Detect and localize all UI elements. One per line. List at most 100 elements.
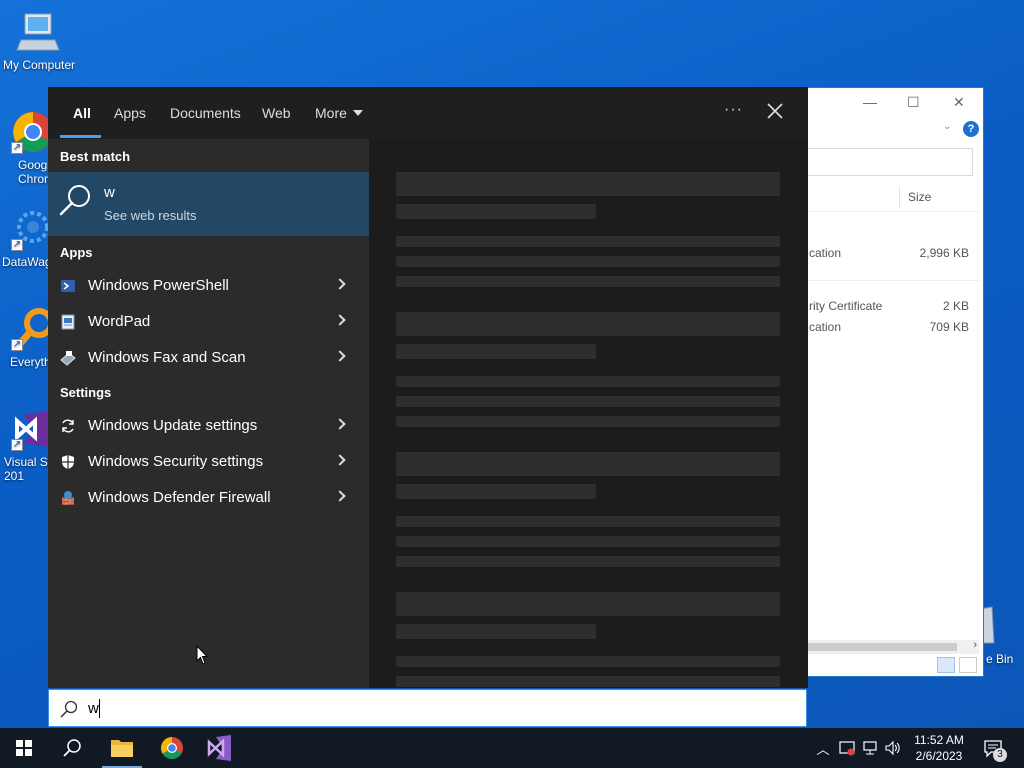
details-view-icon[interactable] [937,657,955,673]
taskbar-search-button[interactable] [48,728,96,768]
result-label: Windows Fax and Scan [88,349,246,366]
file-size: 2,996 KB [919,246,969,260]
action-center-button[interactable]: 3 [982,736,1007,762]
result-windows-fax-and-scan[interactable]: Windows Fax and Scan [48,341,369,375]
tab-web[interactable]: Web [262,105,291,121]
chrome-icon [161,737,183,759]
shortcut-arrow-icon: ↗ [11,339,23,351]
section-header-settings: Settings [60,385,112,400]
volume-icon[interactable] [884,739,902,757]
result-label: Windows Security settings [88,453,264,470]
skeleton-line [396,516,780,527]
skeleton-line [396,276,780,287]
column-header-row: Size [807,184,979,212]
network-icon[interactable] [862,739,880,757]
taskbar: ︿ 11:52 AM 2/6/2023 3 [0,728,1024,768]
tab-all[interactable]: All [73,105,91,121]
tab-apps[interactable]: Apps [114,105,146,121]
search-query-text: w [88,700,99,717]
file-explorer-window[interactable]: — ☐ ✕ ⌄ ? Size cation 2,996 KB rity Cert… [800,87,984,677]
chevron-right-icon[interactable] [334,418,346,430]
help-icon[interactable]: ? [963,121,979,137]
scrollbar-thumb[interactable] [807,643,957,651]
file-explorer-icon [111,740,133,757]
skeleton-line [396,536,780,547]
clock-date: 2/6/2023 [915,749,963,763]
status-bar [801,654,983,676]
ribbon-expand-icon[interactable]: ⌄ [943,121,951,132]
explorer-titlebar[interactable]: — ☐ ✕ [801,88,983,118]
chevron-right-icon[interactable] [334,454,346,466]
maximize-button[interactable]: ☐ [907,94,920,111]
skeleton-line [396,376,780,387]
file-row[interactable]: cation 2,996 KB [809,246,969,264]
best-match-item[interactable]: w See web results [48,172,369,236]
address-bar[interactable] [807,148,973,176]
result-windows-update-settings[interactable]: Windows Update settings [48,409,369,443]
scroll-right-icon[interactable]: › [973,639,977,651]
chevron-right-icon[interactable] [334,350,346,362]
result-windows-security-settings[interactable]: Windows Security settings [48,445,369,479]
skeleton-line [396,236,780,247]
wordpad-icon [60,314,76,330]
skeleton-subtitle [396,624,596,639]
desktop-icon-label: My Computer [2,58,76,72]
tab-more[interactable]: More [315,105,363,121]
clock-time: 11:52 AM [914,733,964,747]
file-row[interactable]: cation 709 KB [809,320,969,338]
show-hidden-icons-icon[interactable]: ︿ [814,739,832,757]
shortcut-arrow-icon: ↗ [11,239,23,251]
column-header-size[interactable]: Size [908,190,931,204]
large-icons-view-icon[interactable] [959,657,977,673]
best-match-subtitle: See web results [104,208,197,223]
desktop-icon-my-computer[interactable]: My Computer [0,8,78,72]
start-button[interactable] [0,728,48,768]
clock[interactable]: 11:52 AM 2/6/2023 [905,732,973,764]
notification-count-badge: 3 [993,748,1007,762]
file-type: cation [809,320,842,334]
column-separator[interactable] [899,186,900,208]
best-match-title: w [104,184,115,201]
result-windows-powershell[interactable]: Windows PowerShell [48,269,369,303]
search-input[interactable]: w [48,689,807,727]
file-size: 2 KB [942,299,969,313]
skeleton-title [396,172,780,196]
fax-scan-icon [60,350,76,366]
search-icon [59,699,79,719]
chevron-right-icon[interactable] [334,314,346,326]
security-alert-icon[interactable] [838,739,856,757]
recycle-bin-label: e Bin [986,652,1014,666]
results-list: Best match w See web results Apps Window… [48,139,369,688]
search-tab-bar: All Apps Documents Web More ··· [48,87,808,139]
result-windows-defender-firewall[interactable]: Windows Defender Firewall [48,481,369,515]
result-label: WordPad [88,313,151,330]
skeleton-title [396,592,780,616]
chevron-right-icon[interactable] [334,278,346,290]
file-row[interactable]: rity Certificate 2 KB [809,299,969,317]
skeleton-title [396,312,780,336]
minimize-button[interactable]: — [863,94,877,110]
skeleton-title [396,452,780,476]
chevron-right-icon[interactable] [334,490,346,502]
tab-documents[interactable]: Documents [170,105,241,121]
update-sync-icon [60,418,76,434]
close-icon[interactable] [764,100,786,122]
shortcut-arrow-icon: ↗ [11,439,23,451]
active-tab-indicator [60,135,101,138]
taskbar-file-explorer[interactable] [98,728,146,768]
search-panel: All Apps Documents Web More ··· Best mat… [48,87,808,688]
close-button[interactable]: ✕ [953,94,965,111]
result-label: Windows Update settings [88,417,258,434]
mouse-cursor-icon [196,644,209,665]
visual-studio-icon [207,735,231,761]
result-wordpad[interactable]: WordPad [48,305,369,339]
horizontal-scrollbar[interactable]: › [807,639,979,654]
file-type: cation [809,246,842,260]
taskbar-chrome[interactable] [148,728,196,768]
shield-icon [60,454,76,470]
tab-more-label: More [315,105,347,121]
file-size: 709 KB [929,320,969,334]
taskbar-visual-studio[interactable] [196,728,244,768]
more-options-icon[interactable]: ··· [724,101,743,119]
search-icon [58,182,94,218]
